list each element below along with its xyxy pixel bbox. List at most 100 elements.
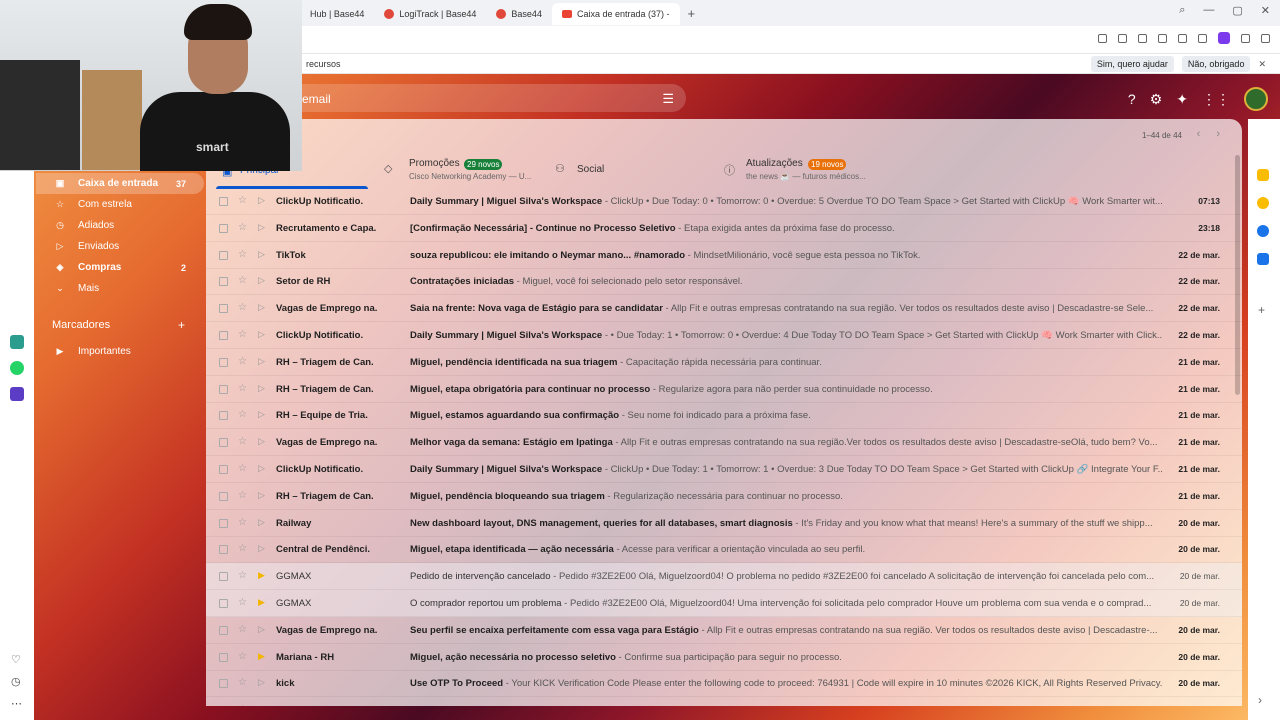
star-icon[interactable]: ☆ [238, 222, 247, 233]
keep-icon[interactable] [1257, 197, 1269, 209]
select-checkbox[interactable] [219, 411, 228, 421]
ai-icon[interactable] [1261, 33, 1270, 43]
search-options-icon[interactable]: ☰ [662, 91, 674, 107]
close-infobar-icon[interactable]: ✕ [1258, 59, 1266, 70]
help-icon[interactable]: ? [1128, 91, 1136, 107]
select-checkbox[interactable] [219, 384, 228, 394]
table-row[interactable]: ☆ ▷ Vagas de Emprego na. Saia na frente: No… [206, 295, 1242, 323]
puzzle-icon[interactable] [1241, 33, 1250, 43]
importance-marker-icon[interactable]: ▷ [258, 463, 265, 474]
table-row[interactable]: ☆ ▶ Mariana - RH Miguel, ação necessária no… [206, 644, 1242, 671]
nav-inbox[interactable]: ▣ Caixa de entrada 37 [36, 173, 204, 194]
table-row[interactable]: ☆ ▷ Vagas de Emprego na. Seu perfil se enca… [206, 617, 1242, 644]
importance-marker-icon[interactable]: ▷ [258, 356, 265, 367]
select-checkbox[interactable] [219, 223, 228, 233]
table-row[interactable]: ☆ ▷ Railway New dashboard layout, DNS manag… [206, 510, 1242, 537]
app-shortcut-icon[interactable] [10, 387, 24, 401]
table-row[interactable]: ☆ ▶ GGMAX Pedido de intervenção cancelado -… [206, 563, 1242, 591]
star-icon[interactable]: ☆ [238, 543, 247, 554]
table-row[interactable]: ☆ ▷ TikTok souza republicou: ele imitando o… [206, 242, 1242, 269]
share-icon[interactable] [1098, 33, 1107, 43]
yes-help-button[interactable]: Sim, quero ajudar [1090, 56, 1174, 72]
table-row[interactable]: ☆ ▷ RH – Triagem de Can. Miguel, etapa obri… [206, 376, 1242, 403]
whatsapp-icon[interactable] [10, 361, 24, 375]
importance-marker-icon[interactable]: ▷ [258, 383, 265, 394]
star-icon[interactable]: ☆ [238, 570, 247, 581]
star-icon[interactable]: ☆ [238, 463, 247, 474]
settings-gear-icon[interactable]: ⚙ [1150, 91, 1163, 108]
nav-starred[interactable]: ☆ Com estrela [36, 194, 204, 215]
star-icon[interactable]: ☆ [238, 624, 247, 635]
star-icon[interactable]: ☆ [238, 409, 247, 420]
star-icon[interactable]: ☆ [238, 275, 247, 286]
avatar[interactable] [1244, 87, 1268, 111]
table-row[interactable]: ☆ ▷ kick Use OTP To Proceed - Your KICK Ver… [206, 670, 1242, 698]
play-icon[interactable] [1138, 33, 1147, 43]
importance-marker-icon[interactable]: ▶ [258, 597, 265, 608]
expand-panel-icon[interactable]: › [1258, 693, 1262, 707]
star-icon[interactable]: ☆ [238, 490, 247, 501]
nav-label-importantes[interactable]: ▶ Importantes [36, 341, 204, 362]
tab-promotions[interactable]: ◇ Promoções 29 novos Cisco Networking Ac… [384, 153, 534, 189]
importance-marker-icon[interactable]: ▷ [258, 302, 265, 313]
table-row[interactable]: ☆ ▷ kick 328464 - Sign In Verification Code… [206, 697, 1242, 706]
nav-snoozed[interactable]: ◷ Adiados [36, 215, 204, 236]
tab-updates[interactable]: ⓘ Atualizações 19 novos the news ☕ — fut… [722, 153, 882, 189]
apps-grid-icon[interactable]: ⋮⋮ [1202, 91, 1230, 108]
importance-marker-icon[interactable]: ▶ [258, 570, 265, 581]
heart-icon[interactable]: ♡ [11, 653, 21, 666]
select-checkbox[interactable] [219, 465, 228, 474]
importance-marker-icon[interactable]: ▷ [258, 543, 265, 554]
select-checkbox[interactable] [219, 357, 228, 367]
table-row[interactable]: ☆ ▷ RH – Triagem de Can. Miguel, pendência … [206, 349, 1242, 376]
select-checkbox[interactable] [219, 331, 228, 340]
next-page-icon[interactable]: › [1216, 128, 1220, 140]
tasks-icon[interactable] [1257, 225, 1269, 237]
tab-hub[interactable]: Hub | Base44 [300, 3, 374, 25]
star-icon[interactable]: ☆ [238, 356, 247, 367]
extension-icon[interactable] [1218, 32, 1230, 44]
star-icon[interactable]: ☆ [238, 677, 247, 688]
more-icon[interactable]: ⋯ [11, 697, 22, 710]
table-row[interactable]: ☆ ▷ Recrutamento e Capa. [Confirmação Neces… [206, 215, 1242, 242]
select-checkbox[interactable] [219, 599, 228, 608]
nav-sent[interactable]: ▷ Enviados [36, 236, 204, 257]
importance-marker-icon[interactable]: ▷ [258, 222, 265, 233]
importance-marker-icon[interactable]: ▷ [258, 409, 265, 420]
select-checkbox[interactable] [219, 679, 228, 689]
download-icon[interactable] [1178, 33, 1187, 43]
tab-gmail[interactable]: Caixa de entrada (37) - [551, 3, 680, 25]
nav-purchases[interactable]: ◈ Compras 2 [36, 257, 204, 278]
tab-logitrack[interactable]: LogiTrack | Base44 [374, 3, 486, 25]
select-checkbox[interactable] [219, 545, 228, 555]
star-icon[interactable]: ☆ [238, 383, 247, 394]
scrollbar[interactable] [1235, 155, 1240, 395]
select-checkbox[interactable] [219, 438, 228, 448]
calendar-icon[interactable] [1257, 169, 1269, 181]
search-input[interactable]: email [302, 92, 331, 106]
table-row[interactable]: ☆ ▷ Vagas de Emprego na. Melhor vaga da sem… [206, 429, 1242, 457]
select-checkbox[interactable] [219, 277, 228, 287]
search-tabs-icon[interactable]: ⌕ [1179, 4, 1185, 17]
importance-marker-icon[interactable]: ▷ [258, 704, 265, 706]
nav-more[interactable]: ⌄ Mais [36, 278, 204, 299]
select-checkbox[interactable] [219, 304, 228, 314]
importance-marker-icon[interactable]: ▷ [258, 329, 265, 340]
star-icon[interactable]: ☆ [238, 651, 247, 662]
favorite-icon[interactable] [1158, 33, 1167, 43]
table-row[interactable]: ☆ ▶ GGMAX O comprador reportou um problema … [206, 590, 1242, 617]
screenshot-icon[interactable] [1118, 33, 1127, 43]
add-addon-icon[interactable]: + [1258, 303, 1265, 317]
maximize-icon[interactable]: ▢ [1232, 4, 1242, 17]
table-row[interactable]: ☆ ▷ ClickUp Notificatio. Daily Summary | Mi… [206, 456, 1242, 483]
tab-base44[interactable]: Base44 [486, 3, 552, 25]
table-row[interactable]: ☆ ▷ ClickUp Notificatio. Daily Summary | Mi… [206, 188, 1242, 215]
close-window-icon[interactable]: ✕ [1261, 4, 1270, 17]
minimize-icon[interactable]: — [1203, 4, 1214, 17]
new-tab-button[interactable]: + [688, 6, 696, 21]
star-icon[interactable]: ☆ [238, 249, 247, 260]
importance-marker-icon[interactable]: ▷ [258, 195, 265, 206]
importance-marker-icon[interactable]: ▷ [258, 436, 265, 447]
select-checkbox[interactable] [219, 652, 228, 662]
star-icon[interactable]: ☆ [238, 517, 247, 528]
